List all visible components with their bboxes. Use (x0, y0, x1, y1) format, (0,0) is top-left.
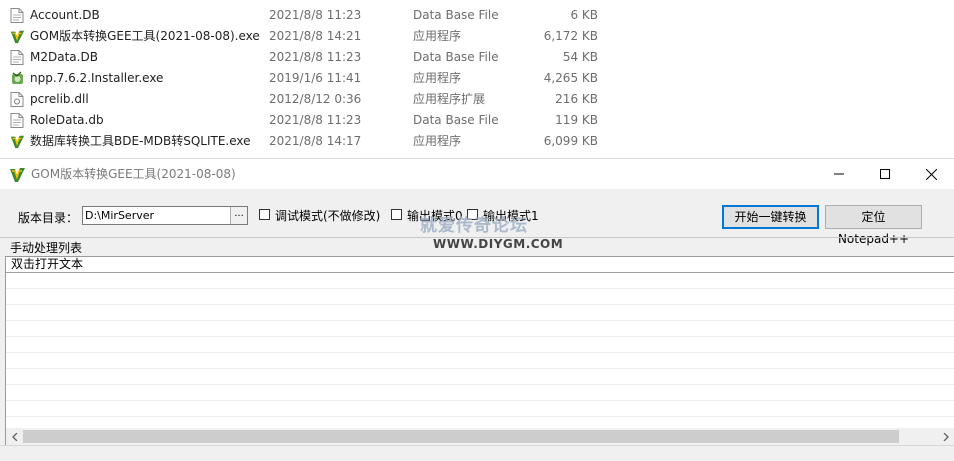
minimize-button[interactable] (816, 159, 862, 189)
mode0-checkbox[interactable] (391, 209, 402, 220)
file-type: 应用程序 (413, 134, 462, 148)
minimize-icon (834, 173, 844, 175)
file-row[interactable]: pcrelib.dll 2012/8/12 0:36 应用程序扩展 216 KB (0, 89, 954, 110)
scroll-left-icon[interactable] (6, 428, 23, 445)
list-column-title: 双击打开文本 (11, 257, 84, 271)
file-date: 2021/8/8 14:21 (269, 29, 362, 43)
file-name[interactable]: pcrelib.dll (30, 89, 89, 110)
dir-label: 版本目录： (18, 211, 79, 225)
divider (0, 237, 954, 238)
file-name[interactable]: Account.DB (30, 5, 100, 26)
file-size: 4,265 KB (543, 71, 598, 85)
window-title: GOM版本转换GEE工具(2021-08-08) (31, 167, 236, 181)
app-exe-icon (10, 29, 25, 44)
title-bar[interactable]: GOM版本转换GEE工具(2021-08-08) (0, 159, 954, 189)
scroll-right-icon[interactable] (937, 428, 954, 445)
file-explorer-list: Account.DB 2021/8/8 11:23 Data Base File 6 … (0, 0, 954, 158)
file-size: 119 KB (555, 113, 598, 127)
file-size: 216 KB (555, 92, 598, 106)
file-row[interactable]: Account.DB 2021/8/8 11:23 Data Base File 6 … (0, 5, 954, 26)
dll-file-icon (10, 92, 24, 107)
file-type: Data Base File (413, 50, 499, 64)
file-type: 应用程序扩展 (413, 92, 486, 106)
file-size: 6 KB (570, 8, 598, 22)
debug-checkbox-label[interactable]: 调试模式(不做修改) (275, 207, 380, 224)
horizontal-scrollbar[interactable] (6, 428, 954, 445)
db-file-icon (10, 8, 24, 23)
file-size: 6,172 KB (543, 29, 598, 43)
file-row[interactable]: GOM版本转换GEE工具(2021-08-08).exe 2021/8/8 14:… (0, 26, 954, 47)
watermark-text: 就爱传奇论坛 (420, 216, 528, 236)
maximize-icon (880, 169, 890, 179)
watermark-url: WWW.DIYGM.COM (433, 237, 564, 251)
file-name[interactable]: GOM版本转换GEE工具(2021-08-08).exe (30, 26, 260, 47)
app-exe-icon (10, 134, 25, 149)
file-type: 应用程序 (413, 29, 462, 43)
file-row[interactable]: 数据库转换工具BDE-MDB转SQLITE.exe 2021/8/8 14:17 应… (0, 131, 954, 152)
file-type: 应用程序 (413, 71, 462, 85)
list-rows-area[interactable] (6, 273, 954, 425)
close-button[interactable] (908, 159, 954, 189)
file-name[interactable]: RoleData.db (30, 110, 104, 131)
installer-icon (10, 71, 24, 86)
dir-input[interactable]: D:\MirServer ... (82, 206, 248, 225)
file-type: Data Base File (413, 113, 499, 127)
file-row[interactable]: M2Data.DB 2021/8/8 11:23 Data Base File 54 … (0, 47, 954, 68)
db-file-icon (10, 113, 24, 128)
file-name[interactable]: npp.7.6.2.Installer.exe (30, 68, 163, 89)
file-date: 2021/8/8 14:17 (269, 134, 362, 148)
db-file-icon (10, 50, 24, 65)
file-size: 6,099 KB (543, 134, 598, 148)
app-window: GOM版本转换GEE工具(2021-08-08) 版本目录： D:\MirSer… (0, 158, 954, 461)
file-date: 2019/1/6 11:41 (269, 71, 362, 85)
file-type: Data Base File (413, 8, 499, 22)
file-date: 2021/8/8 11:23 (269, 50, 362, 64)
file-date: 2021/8/8 11:23 (269, 113, 362, 127)
scrollbar-thumb[interactable] (23, 430, 899, 443)
list-column-header[interactable]: 双击打开文本 (6, 257, 954, 273)
file-size: 54 KB (562, 50, 598, 64)
file-row[interactable]: RoleData.db 2021/8/8 11:23 Data Base File 1… (0, 110, 954, 131)
debug-checkbox[interactable] (259, 209, 270, 220)
maximize-button[interactable] (862, 159, 908, 189)
dir-input-value: D:\MirServer (85, 209, 155, 222)
file-row[interactable]: npp.7.6.2.Installer.exe 2019/1/6 11:41 应用程… (0, 68, 954, 89)
file-date: 2012/8/12 0:36 (269, 92, 362, 106)
file-name[interactable]: 数据库转换工具BDE-MDB转SQLITE.exe (30, 131, 251, 152)
close-icon (925, 168, 937, 180)
manual-list[interactable]: 双击打开文本 (5, 256, 954, 446)
file-date: 2021/8/8 11:23 (269, 8, 362, 22)
manual-list-label: 手动处理列表 (10, 241, 83, 255)
start-convert-button[interactable]: 开始一键转换 (722, 205, 819, 229)
app-icon (10, 168, 25, 182)
file-name[interactable]: M2Data.DB (30, 47, 98, 68)
browse-button[interactable]: ... (230, 207, 247, 224)
locate-notepad-button[interactable]: 定位Notepad++ (825, 205, 922, 246)
